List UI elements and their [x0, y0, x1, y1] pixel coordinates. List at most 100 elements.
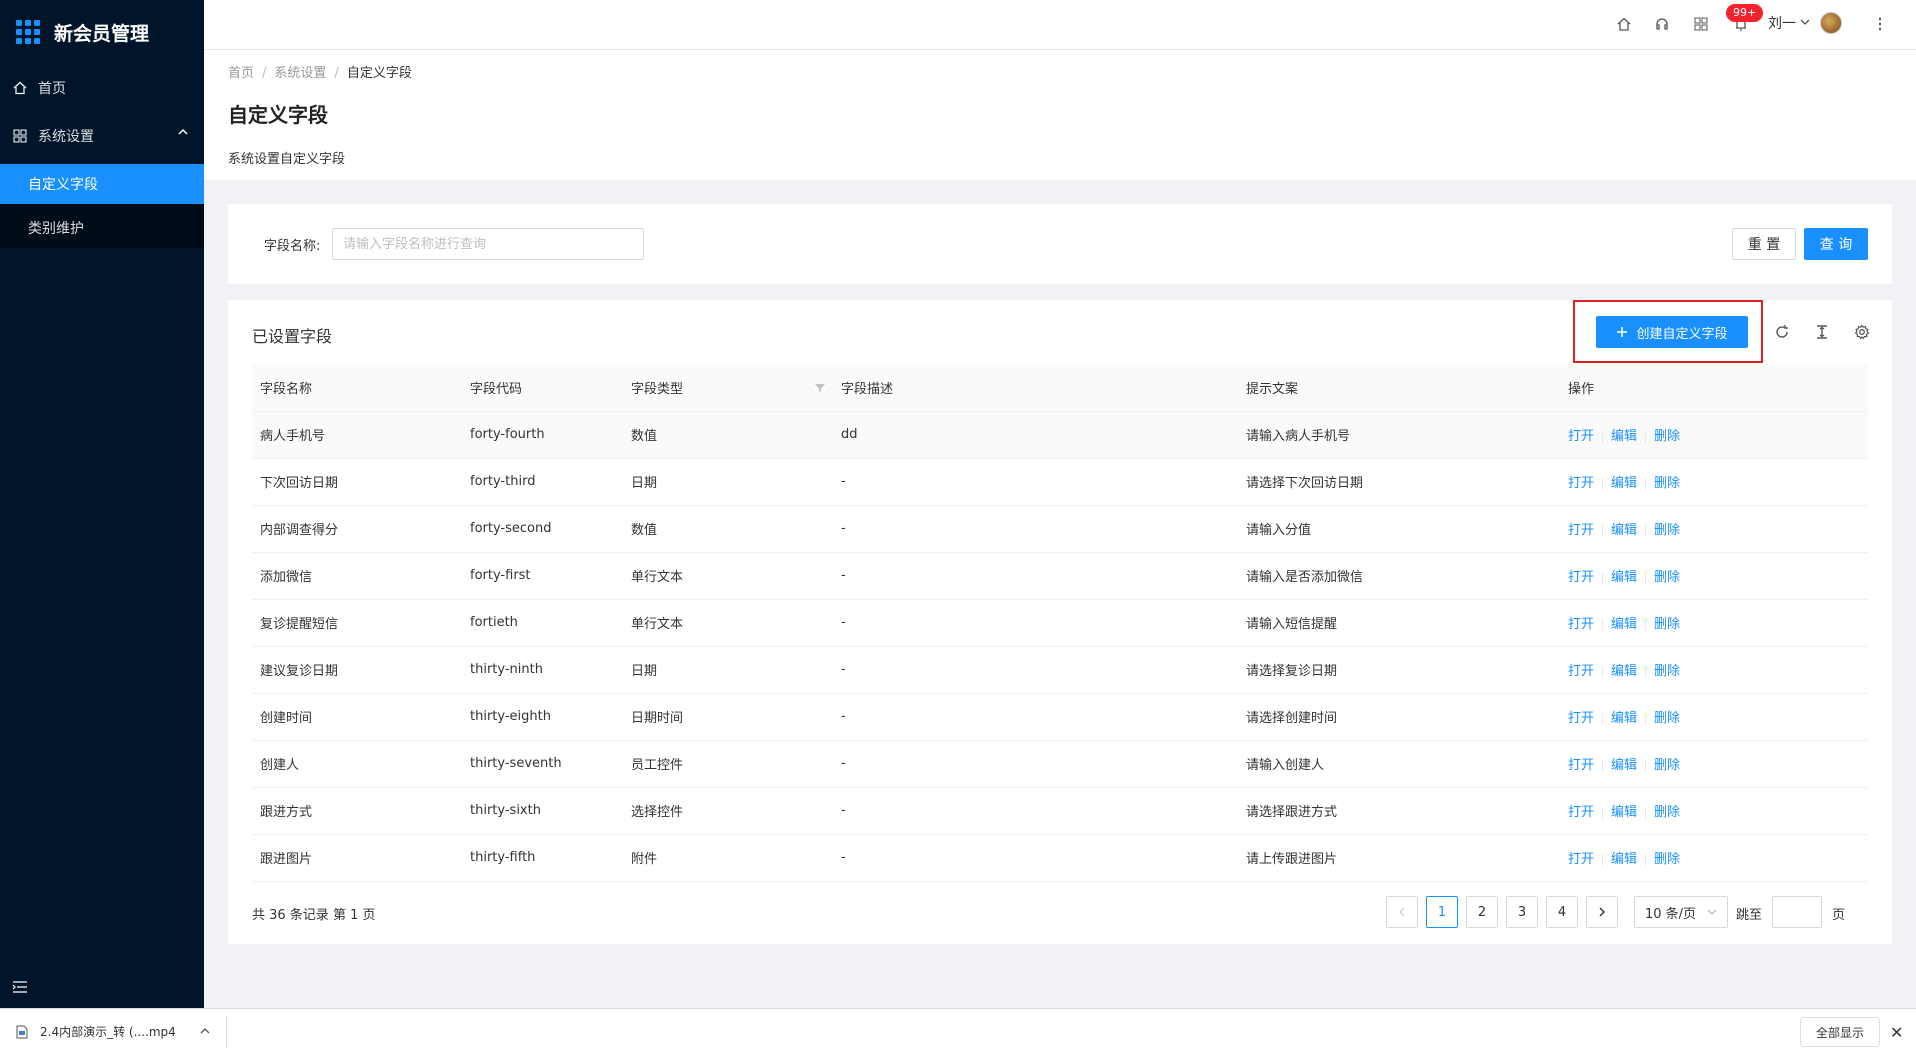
- delete-link[interactable]: 删除: [1654, 523, 1680, 538]
- action-divider: [1602, 524, 1604, 537]
- show-all-downloads-button[interactable]: 全部显示: [1800, 1017, 1880, 1047]
- prev-page-button[interactable]: [1386, 896, 1418, 928]
- table-cell: 内部调查得分: [252, 505, 462, 553]
- action-divider: [1645, 477, 1647, 490]
- row-actions: 打开 编辑 删除: [1560, 740, 1868, 788]
- row-actions: 打开 编辑 删除: [1560, 693, 1868, 741]
- table-cell: 数值: [623, 411, 833, 459]
- menu-fold-icon[interactable]: [12, 980, 28, 994]
- download-bar: 2.4内部演示_转 (....mp4 全部显示 ✕: [0, 1008, 1916, 1055]
- table-row: 病人手机号 forty-fourth 数值 dd 请输入病人手机号 打开 编辑 删除: [252, 411, 1868, 459]
- column-height-icon[interactable]: [1812, 322, 1832, 342]
- open-link[interactable]: 打开: [1568, 664, 1594, 679]
- delete-link[interactable]: 删除: [1654, 711, 1680, 726]
- table-cell: 请选择下次回访日期: [1238, 458, 1560, 506]
- table-row: 创建人 thirty-seventh 员工控件 - 请输入创建人 打开 编辑 删除: [252, 740, 1868, 788]
- edit-link[interactable]: 编辑: [1611, 570, 1637, 585]
- delete-link[interactable]: 删除: [1654, 476, 1680, 491]
- open-link[interactable]: 打开: [1568, 805, 1594, 820]
- sidebar-item-category[interactable]: 类别维护: [0, 208, 204, 248]
- delete-link[interactable]: 删除: [1654, 664, 1680, 679]
- open-link[interactable]: 打开: [1568, 758, 1594, 773]
- edit-link[interactable]: 编辑: [1611, 617, 1637, 632]
- reset-button[interactable]: 重 置: [1732, 228, 1796, 260]
- row-actions: 打开 编辑 删除: [1560, 599, 1868, 647]
- table-cell: thirty-ninth: [462, 646, 623, 694]
- download-item[interactable]: 2.4内部演示_转 (....mp4: [16, 1023, 210, 1040]
- edit-link[interactable]: 编辑: [1611, 711, 1637, 726]
- edit-link[interactable]: 编辑: [1611, 664, 1637, 679]
- open-link[interactable]: 打开: [1568, 476, 1594, 491]
- open-link[interactable]: 打开: [1568, 523, 1594, 538]
- action-divider: [1602, 665, 1604, 678]
- sidebar-item-home[interactable]: 首页: [0, 64, 204, 112]
- reload-icon[interactable]: [1772, 322, 1792, 342]
- sidebar-item-custom-fields[interactable]: 自定义字段: [0, 164, 204, 204]
- jump-input[interactable]: [1772, 896, 1822, 928]
- page-title: 自定义字段: [228, 103, 328, 127]
- delete-link[interactable]: 删除: [1654, 570, 1680, 585]
- edit-link[interactable]: 编辑: [1611, 805, 1637, 820]
- page-button-3[interactable]: 3: [1506, 896, 1538, 928]
- search-input[interactable]: [332, 228, 644, 260]
- setting-icon[interactable]: [1852, 322, 1872, 342]
- open-link[interactable]: 打开: [1568, 617, 1594, 632]
- create-field-button[interactable]: 创建自定义字段: [1596, 316, 1748, 348]
- row-actions: 打开 编辑 删除: [1560, 458, 1868, 506]
- page-size-select[interactable]: 10 条/页: [1634, 896, 1728, 928]
- table-cell: thirty-sixth: [462, 787, 623, 835]
- filter-icon[interactable]: [815, 382, 825, 397]
- table-body: 病人手机号 forty-fourth 数值 dd 请输入病人手机号 打开 编辑 删除 下次回访日…: [252, 411, 1868, 882]
- table-cell: -: [833, 740, 1238, 788]
- open-link[interactable]: 打开: [1568, 570, 1594, 585]
- open-link[interactable]: 打开: [1568, 852, 1594, 867]
- table-cell: 建议复诊日期: [252, 646, 462, 694]
- page-button-1[interactable]: 1: [1426, 896, 1458, 928]
- appstore-icon[interactable]: [1691, 14, 1711, 34]
- table-cell: 数值: [623, 505, 833, 553]
- breadcrumb-home[interactable]: 首页: [228, 66, 254, 81]
- delete-link[interactable]: 删除: [1654, 617, 1680, 632]
- breadcrumb-settings[interactable]: 系统设置: [274, 66, 326, 81]
- next-page-button[interactable]: [1586, 896, 1618, 928]
- chevron-up-icon[interactable]: [200, 1025, 210, 1039]
- query-button[interactable]: 查 询: [1804, 228, 1868, 260]
- table-card: 已设置字段 创建自定义字段 字段名称 字段代码 字段类型 字段描述 提示文案 操…: [228, 300, 1892, 944]
- table-cell: 请选择创建时间: [1238, 693, 1560, 741]
- action-divider: [1602, 618, 1604, 631]
- table-cell: 请输入创建人: [1238, 740, 1560, 788]
- delete-link[interactable]: 删除: [1654, 429, 1680, 444]
- sidebar-item-settings[interactable]: 系统设置: [0, 112, 204, 160]
- sidebar: 新会员管理 首页 系统设置 自定义字段 类别维护: [0, 0, 204, 1008]
- search-label: 字段名称:: [264, 239, 321, 254]
- app-title: 新会员管理: [54, 22, 150, 45]
- edit-link[interactable]: 编辑: [1611, 758, 1637, 773]
- page-button-4[interactable]: 4: [1546, 896, 1578, 928]
- delete-link[interactable]: 删除: [1654, 758, 1680, 773]
- edit-link[interactable]: 编辑: [1611, 852, 1637, 867]
- table-cell: forty-fourth: [462, 411, 623, 459]
- close-icon[interactable]: ✕: [1890, 1023, 1903, 1042]
- table-cell: 日期: [623, 458, 833, 506]
- table-row: 跟进方式 thirty-sixth 选择控件 - 请选择跟进方式 打开 编辑 删除: [252, 787, 1868, 835]
- edit-link[interactable]: 编辑: [1611, 429, 1637, 444]
- action-divider: [1602, 759, 1604, 772]
- delete-link[interactable]: 删除: [1654, 805, 1680, 820]
- table-row: 跟进图片 thirty-fifth 附件 - 请上传跟进图片 打开 编辑 删除: [252, 834, 1868, 882]
- delete-link[interactable]: 删除: [1654, 852, 1680, 867]
- more-vertical-icon[interactable]: [1870, 14, 1890, 34]
- edit-link[interactable]: 编辑: [1611, 476, 1637, 491]
- home-icon[interactable]: [1614, 14, 1634, 34]
- action-divider: [1602, 430, 1604, 443]
- brand[interactable]: 新会员管理: [0, 0, 204, 64]
- edit-link[interactable]: 编辑: [1611, 523, 1637, 538]
- page-button-2[interactable]: 2: [1466, 896, 1498, 928]
- chevron-up-icon: [178, 126, 188, 140]
- user-menu[interactable]: 刘一: [1768, 12, 1842, 34]
- table-cell: -: [833, 599, 1238, 647]
- column-header: 操作: [1560, 364, 1868, 412]
- table-cell: -: [833, 646, 1238, 694]
- open-link[interactable]: 打开: [1568, 429, 1594, 444]
- headset-icon[interactable]: [1652, 14, 1672, 34]
- open-link[interactable]: 打开: [1568, 711, 1594, 726]
